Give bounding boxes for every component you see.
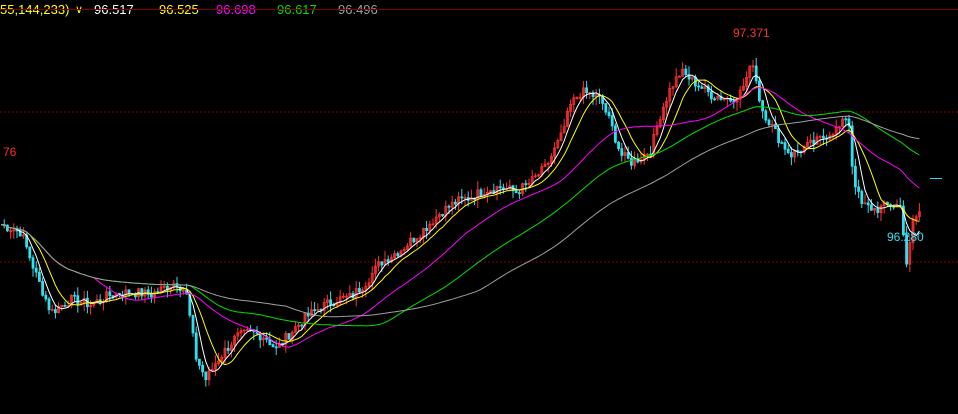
candle-down [357,288,361,293]
candle-down [876,207,880,213]
candle-down [38,271,41,282]
candle-down [854,165,857,188]
candle-down [329,299,333,305]
candle-down [498,186,502,189]
candle-down [28,246,32,259]
candle-down [63,304,67,307]
candle-down [524,183,528,186]
high-price-label: 97.371 [733,26,770,40]
candle-down [31,257,35,269]
candle-down [758,80,761,102]
low-price-label: 96.280 [887,230,924,244]
candle-down [684,68,688,76]
price-chart[interactable]: 97.371 96.280 76 [0,0,958,414]
candle-down [313,309,317,312]
candle-down [780,142,784,144]
candle-down [396,253,400,257]
candle-down [790,152,793,158]
price-labels: 97.371 96.280 76 [3,26,924,244]
candle-down [614,125,617,143]
candle-down [41,281,44,296]
ma3-line [0,87,920,348]
candle-down [412,237,416,243]
candle-down [514,190,518,194]
candle-down [812,139,816,145]
candle-down [274,346,278,349]
candle-down [447,205,451,208]
candle-down [783,142,787,150]
candle-down [761,100,764,112]
candle-down [386,259,390,263]
candle-down [204,371,208,381]
candle-down [425,227,429,231]
candle-down [197,358,201,366]
ma2-line [0,79,920,366]
candle-down [870,204,873,211]
candle-down [610,115,614,127]
candle-down [786,148,790,153]
candle-down [713,98,716,101]
candle-down [127,289,131,295]
candle-down [754,65,758,82]
candle-down [47,298,51,311]
candle-down [140,288,144,297]
candle-down [617,141,620,150]
candle-down [34,267,38,273]
candle-down [866,202,870,206]
candle-down [607,111,611,117]
candle-down [149,294,153,298]
candle-down [626,152,630,159]
candle-down [620,148,624,156]
candle-down [604,103,608,113]
candle-down [380,261,384,266]
candle-down [700,86,704,89]
candle-down [857,186,860,192]
candle-down [191,314,195,334]
candle-down [54,309,57,314]
candle-down [44,294,48,300]
candle-down [860,190,864,204]
candle-down [777,128,780,143]
candle-down [76,295,80,306]
candle-down [271,344,275,348]
candle-down [441,214,445,217]
candle-down [265,337,269,340]
moving-average-lines [0,74,920,372]
candle-down [585,87,588,94]
candle-down [281,342,285,345]
candle-down [201,364,205,373]
candle-down [518,192,521,195]
candle-down [710,91,713,100]
candle-down [822,135,825,139]
candle-down [844,118,848,121]
candle-down [764,110,768,121]
ma5-line [0,115,920,318]
candle-down [453,201,457,205]
candle-down [767,119,771,126]
candle-down [194,332,198,360]
candle-down [300,324,304,327]
ma1-line [0,74,920,372]
candle-down [697,85,700,88]
candlesticks [2,57,921,387]
candle-down [287,333,291,340]
candle-down [479,189,483,197]
left-price-label: 76 [3,145,17,159]
candle-down [460,196,464,199]
candle-down [630,157,633,166]
candle-down [108,291,112,297]
candle-down [226,347,230,351]
candle-down [73,294,76,297]
